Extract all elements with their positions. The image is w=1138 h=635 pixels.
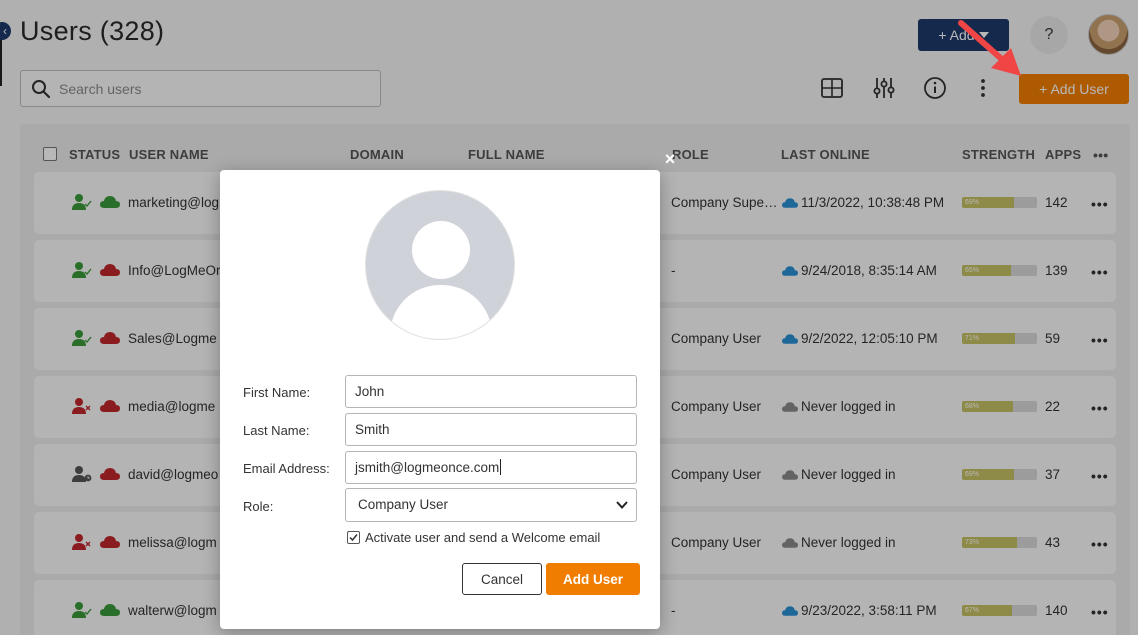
first-name-label: First Name:: [243, 385, 311, 400]
close-icon[interactable]: ×: [662, 150, 678, 168]
role-select[interactable]: Company User: [345, 488, 637, 522]
email-field[interactable]: jsmith@logmeonce.com: [345, 451, 637, 484]
role-select-value: Company User: [358, 497, 449, 512]
avatar-body-shape: [390, 285, 492, 339]
user-photo-placeholder-icon[interactable]: [365, 190, 515, 340]
activate-checkbox[interactable]: [347, 531, 360, 544]
cancel-button[interactable]: Cancel: [462, 563, 542, 595]
last-name-label: Last Name:: [243, 423, 310, 438]
checkmark-icon: [349, 534, 358, 542]
users-page: ‹ Users (328) + Add ? + Add User STATUS …: [0, 0, 1138, 635]
email-label: Email Address:: [243, 461, 330, 476]
email-value: jsmith@logmeonce.com: [355, 460, 500, 475]
annotation-arrow-icon: [958, 20, 1021, 76]
role-label: Role:: [243, 499, 274, 514]
text-caret: [500, 459, 502, 475]
add-user-button[interactable]: Add User: [546, 563, 640, 595]
chevron-down-icon: [616, 501, 628, 509]
last-name-field[interactable]: Smith: [345, 413, 637, 446]
activate-label[interactable]: Activate user and send a Welcome email: [365, 530, 600, 545]
avatar-head-shape: [412, 221, 470, 279]
first-name-field[interactable]: John: [345, 375, 637, 408]
add-user-dialog: First Name: John Last Name: Smith Email …: [220, 170, 660, 629]
